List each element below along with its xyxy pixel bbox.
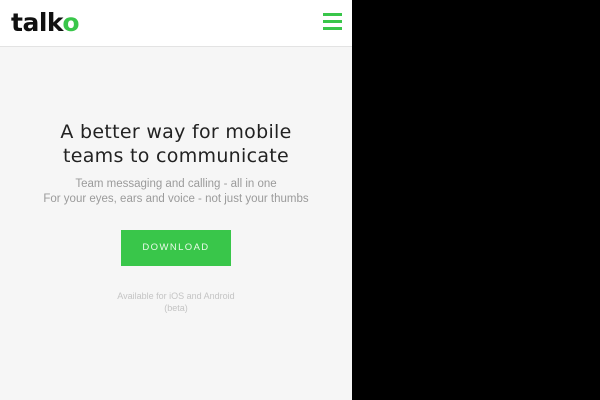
headline-line-2: teams to communicate bbox=[62, 145, 290, 167]
download-button[interactable]: DOWNLOAD bbox=[121, 230, 231, 266]
logo-text: talk bbox=[11, 8, 63, 37]
hamburger-menu-icon[interactable] bbox=[320, 11, 346, 33]
logo-accent-letter: o bbox=[62, 8, 80, 37]
talko-logo[interactable]: talko bbox=[11, 8, 80, 38]
availability-line-1: Available for iOS and Android bbox=[117, 291, 235, 301]
hero-section: A better way for mobile teams to communi… bbox=[0, 120, 352, 314]
menu-bar-middle bbox=[323, 20, 342, 23]
hero-headline: A better way for mobile teams to communi… bbox=[0, 120, 352, 168]
availability-line-2: (beta) bbox=[164, 303, 188, 313]
subtext-line-2: For your eyes, ears and voice - not just… bbox=[43, 193, 309, 205]
availability-note: Available for iOS and Android (beta) bbox=[0, 290, 352, 314]
subtext-line-1: Team messaging and calling - all in one bbox=[75, 178, 277, 190]
top-header: talko bbox=[0, 0, 352, 47]
menu-bar-bottom bbox=[323, 27, 342, 30]
hero-subtext: Team messaging and calling - all in one … bbox=[0, 177, 352, 207]
menu-bar-top bbox=[323, 13, 342, 16]
mobile-viewport: talko A better way for mobile teams to c… bbox=[0, 0, 352, 400]
headline-line-1: A better way for mobile bbox=[60, 121, 292, 143]
